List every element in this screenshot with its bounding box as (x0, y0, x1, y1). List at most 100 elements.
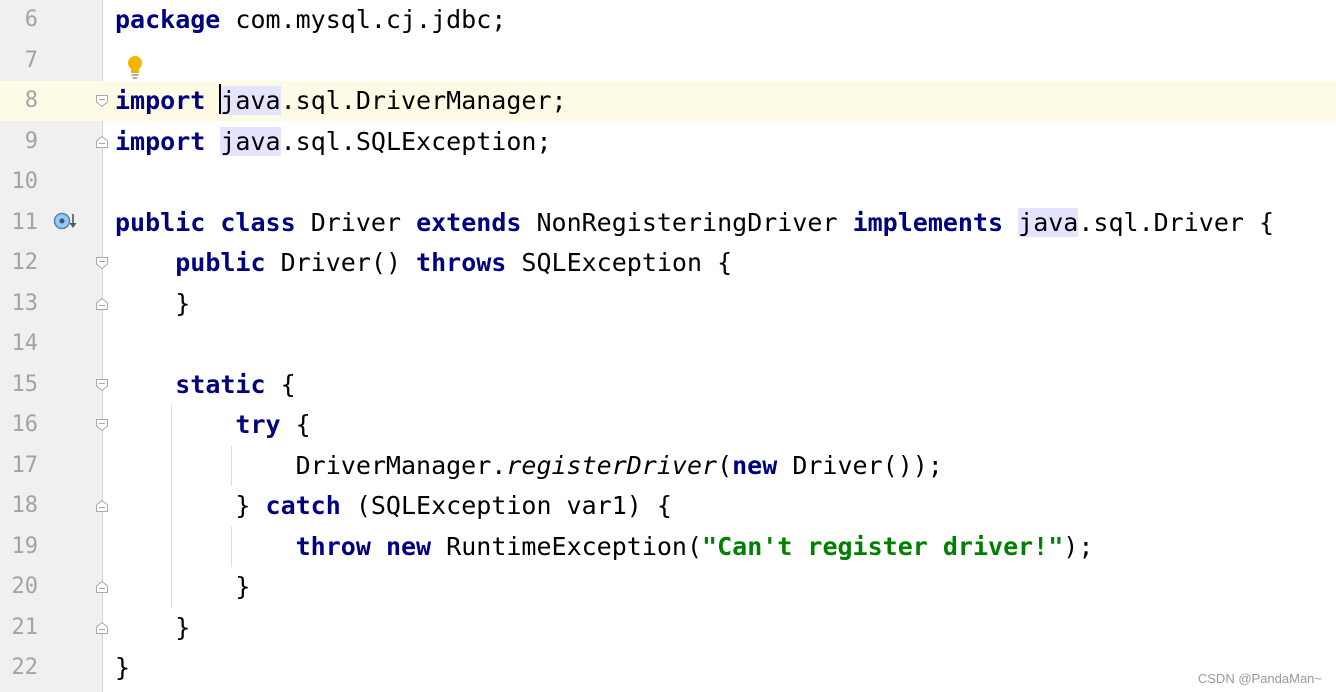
code-text: package com.mysql.cj.jdbc; (115, 0, 506, 40)
keyword-token: package (115, 5, 221, 34)
code-line[interactable]: 10 (0, 162, 1336, 202)
line-number-cell[interactable]: 16 (0, 405, 102, 445)
line-number-cell[interactable]: 21 (0, 608, 102, 648)
implements-gutter-icon[interactable] (53, 208, 79, 234)
code-line[interactable]: 16 try { (0, 405, 1336, 445)
keyword-token: implements (852, 207, 1004, 237)
keyword-token: import (115, 126, 206, 156)
code-token: .sql.DriverManager; (280, 86, 567, 115)
line-number: 21 (11, 614, 39, 640)
fold-open-icon[interactable] (95, 256, 109, 270)
fold-close-icon[interactable] (95, 621, 109, 635)
code-line[interactable]: 14 (0, 324, 1336, 364)
code-line[interactable]: 17 DriverManager.registerDriver(new Driv… (0, 446, 1336, 486)
intention-bulb-icon[interactable] (125, 54, 145, 80)
fold-close-icon[interactable] (95, 135, 109, 149)
fold-close-icon[interactable] (95, 297, 109, 311)
line-number: 6 (24, 7, 38, 32)
line-number-cell[interactable]: 11 (0, 203, 102, 243)
code-token: } (115, 612, 191, 642)
code-line[interactable]: 7 (0, 41, 1336, 81)
line-number: 15 (11, 371, 39, 397)
keyword-token: throw (295, 531, 371, 561)
code-token: ( (717, 450, 733, 480)
code-token: } (115, 288, 191, 318)
code-token: java (1018, 207, 1079, 237)
code-text: static { (115, 365, 295, 405)
code-token: Driver() (265, 248, 417, 277)
fold-open-icon[interactable] (95, 418, 109, 432)
code-line[interactable]: 13 } (0, 284, 1336, 324)
line-number-cell[interactable]: 20 (0, 567, 102, 607)
line-number-cell[interactable]: 13 (0, 284, 102, 324)
keyword-token: import (115, 86, 206, 115)
line-number: 14 (11, 331, 39, 356)
line-number-cell[interactable]: 6 (0, 0, 102, 40)
code-text: } (115, 567, 250, 607)
keyword-token: extends (416, 207, 522, 237)
line-number-cell[interactable]: 19 (0, 527, 102, 567)
fold-close-icon[interactable] (95, 499, 109, 513)
line-number: 9 (24, 128, 38, 154)
fold-close-icon[interactable] (95, 580, 109, 594)
line-number-cell[interactable]: 17 (0, 446, 102, 486)
code-token: com.mysql.cj.jdbc; (220, 5, 507, 34)
line-number: 13 (11, 290, 39, 316)
code-token: } (115, 572, 251, 601)
line-number-cell[interactable]: 9 (0, 122, 102, 162)
code-line[interactable]: 22} (0, 648, 1336, 688)
code-line[interactable]: 8 import java.sql.DriverManager; (0, 81, 1336, 121)
line-number-cell[interactable]: 10 (0, 162, 102, 202)
keyword-token: catch (265, 491, 341, 520)
line-number-cell[interactable]: 15 (0, 365, 102, 405)
code-text: public Driver() throws SQLException { (115, 243, 732, 283)
keyword-token: public (115, 207, 206, 237)
line-number-cell[interactable]: 18 (0, 486, 102, 526)
code-token: .sql.SQLException; (280, 126, 552, 156)
text-caret (219, 84, 221, 114)
code-line[interactable]: 6 package com.mysql.cj.jdbc; (0, 0, 1336, 40)
code-line[interactable]: 18 } catch (SQLException var1) { (0, 486, 1336, 526)
line-number-cell[interactable]: 12 (0, 243, 102, 283)
code-text: try { (115, 405, 311, 445)
code-token: registerDriver (506, 450, 718, 480)
line-number: 8 (24, 88, 38, 113)
code-token: java (220, 86, 281, 115)
code-line[interactable]: 12 public Driver() throws SQLException { (0, 243, 1336, 283)
code-token: java (220, 126, 281, 156)
line-number-cell[interactable]: 8 (0, 81, 102, 121)
code-token: { (280, 410, 311, 439)
code-token: .sql.Driver { (1078, 207, 1275, 237)
line-number-cell[interactable]: 22 (0, 648, 102, 688)
keyword-token: public (175, 248, 266, 277)
code-token: (SQLException var1) { (340, 491, 672, 520)
code-text: import java.sql.DriverManager; (115, 81, 567, 121)
line-number: 7 (24, 47, 38, 73)
keyword-token: new (732, 450, 778, 480)
fold-open-icon[interactable] (95, 378, 109, 392)
code-line[interactable]: 21 } (0, 608, 1336, 648)
code-line[interactable]: 20 } (0, 567, 1336, 607)
keyword-token: new (385, 531, 432, 561)
line-number: 12 (11, 250, 39, 275)
code-token: ); (1063, 531, 1094, 561)
fold-open-icon[interactable] (95, 94, 109, 108)
code-editor[interactable]: 6 package com.mysql.cj.jdbc; 7 8 import java… (0, 0, 1336, 692)
line-number: 11 (11, 209, 39, 235)
code-line[interactable]: 15 static { (0, 365, 1336, 405)
line-number-cell[interactable]: 14 (0, 324, 102, 364)
line-number: 19 (11, 533, 39, 559)
indent-guide (231, 445, 232, 486)
code-line[interactable]: 19 throw new RuntimeException("Can't reg… (0, 527, 1336, 567)
line-number: 18 (11, 493, 39, 518)
code-line[interactable]: 11 public class Driver extends NonRegiste… (0, 203, 1336, 243)
line-number-cell[interactable]: 7 (0, 41, 102, 81)
string-token: "Can't register driver!" (702, 531, 1064, 561)
watermark: CSDN @PandaMan~ (1197, 671, 1322, 686)
code-line[interactable]: 9 import java.sql.SQLException; (0, 122, 1336, 162)
